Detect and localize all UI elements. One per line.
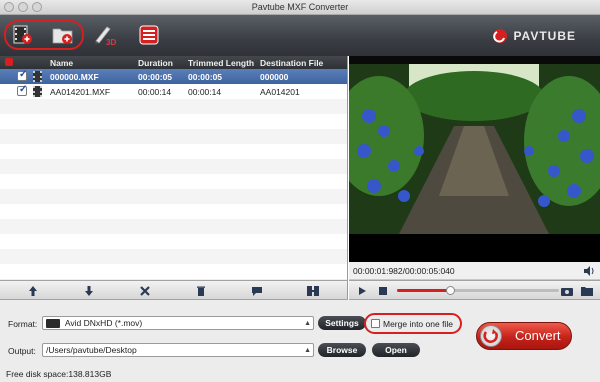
file-duration: 00:00:05 [138,72,173,82]
file-destination: 000000 [260,72,289,82]
merge-icon [307,286,319,296]
video-preview [349,56,600,262]
column-trimmed-length[interactable]: Trimmed Length [188,58,254,68]
move-down-icon [85,286,93,296]
file-duration: 00:00:14 [138,87,172,97]
format-select[interactable]: Avid DNxHD (*.mov) ▲ [42,316,314,330]
volume-icon[interactable] [583,266,595,276]
seek-slider[interactable] [397,286,559,295]
list-toolbar [0,280,348,300]
empty-row [0,159,347,174]
empty-row [0,189,347,204]
select-all-checkbox[interactable] [5,58,13,66]
table-row[interactable]: 000000.MXF 00:00:05 00:00:05 000000 [0,69,347,84]
stop-icon[interactable] [379,287,387,295]
empty-row [0,129,347,144]
empty-row [0,234,347,249]
empty-row [0,174,347,189]
convert-label: Convert [515,328,561,343]
trash-button[interactable] [194,284,208,298]
move-down-button[interactable] [82,284,96,298]
file-trimmed-length: 00:00:14 [188,87,222,97]
folder-icon[interactable] [581,286,593,296]
file-name: 000000.MXF [50,72,99,82]
chevron-updown-icon: ▲ [304,347,311,354]
format-type-icon [46,319,60,329]
file-destination: AA014201 [260,87,300,97]
format-label: Format: [8,319,38,329]
output-path-value: /Users/pavtube/Desktop [46,345,137,355]
convert-button[interactable]: Convert [476,322,572,350]
comment-icon [252,287,262,296]
main-toolbar: 3D PAVTUBE [0,15,600,56]
open-button[interactable]: Open [372,343,420,357]
comment-button[interactable] [250,284,264,298]
edit-3d-button[interactable]: 3D [92,22,118,48]
free-disk-space: Free disk space:138.813GB [6,369,112,379]
chevron-updown-icon: ▲ [304,320,311,327]
move-up-icon [29,286,37,296]
file-list-header: Name Duration Trimmed Length Destination… [0,56,347,69]
empty-row [0,219,347,234]
edit-3d-icon: 3D [95,26,116,47]
video-file-icon [33,86,42,97]
empty-row [0,99,347,114]
convert-icon [480,325,502,347]
preview-timecode: 00:00:01:982/00:00:05:040 [353,266,455,276]
file-trimmed-length: 00:00:05 [188,72,223,82]
column-name[interactable]: Name [50,58,73,68]
brand-name: PAVTUBE [513,29,576,43]
task-list-icon [139,25,159,45]
playback-controls [349,280,600,300]
add-video-button[interactable] [10,22,36,48]
table-row[interactable]: AA014201.MXF 00:00:14 00:00:14 AA014201 [0,84,347,99]
remove-button[interactable] [138,284,152,298]
play-icon[interactable] [357,286,367,296]
add-video-icon [13,25,32,44]
empty-row [0,264,347,279]
trash-icon [197,286,205,296]
move-up-button[interactable] [26,284,40,298]
remove-icon [140,286,150,296]
svg-text:3D: 3D [106,38,116,47]
empty-row [0,249,347,264]
output-label: Output: [8,346,36,356]
add-folder-icon [52,28,73,44]
merge-label: Merge into one file [383,319,453,329]
file-name: AA014201.MXF [50,87,111,97]
browse-button[interactable]: Browse [318,343,366,357]
row-checkbox[interactable] [17,69,27,81]
empty-row [0,114,347,129]
pavtube-logo-icon [493,29,508,43]
merge-button[interactable] [306,284,320,298]
seek-handle[interactable] [445,286,455,295]
empty-row [0,204,347,219]
preview-frame-image [349,56,600,262]
task-list-button[interactable] [136,22,162,48]
title-bar: Pavtube MXF Converter [0,0,600,15]
column-duration[interactable]: Duration [138,58,173,68]
column-destination-file[interactable]: Destination File [260,58,323,68]
snapshot-icon[interactable] [561,286,573,296]
brand-logo: PAVTUBE [492,28,576,44]
merge-checkbox[interactable] [371,319,380,328]
preview-timebar: 00:00:01:982/00:00:05:040 [349,262,600,280]
add-folder-button[interactable] [50,22,76,48]
window-title: Pavtube MXF Converter [251,2,349,12]
format-value: Avid DNxHD (*.mov) [64,318,143,328]
row-checkbox[interactable] [17,84,27,96]
seek-progress [397,289,451,292]
file-list: Name Duration Trimmed Length Destination… [0,56,348,280]
empty-row [0,144,347,159]
output-path-select[interactable]: /Users/pavtube/Desktop ▲ [42,343,314,357]
video-file-icon [33,71,42,82]
settings-button[interactable]: Settings [318,316,366,330]
